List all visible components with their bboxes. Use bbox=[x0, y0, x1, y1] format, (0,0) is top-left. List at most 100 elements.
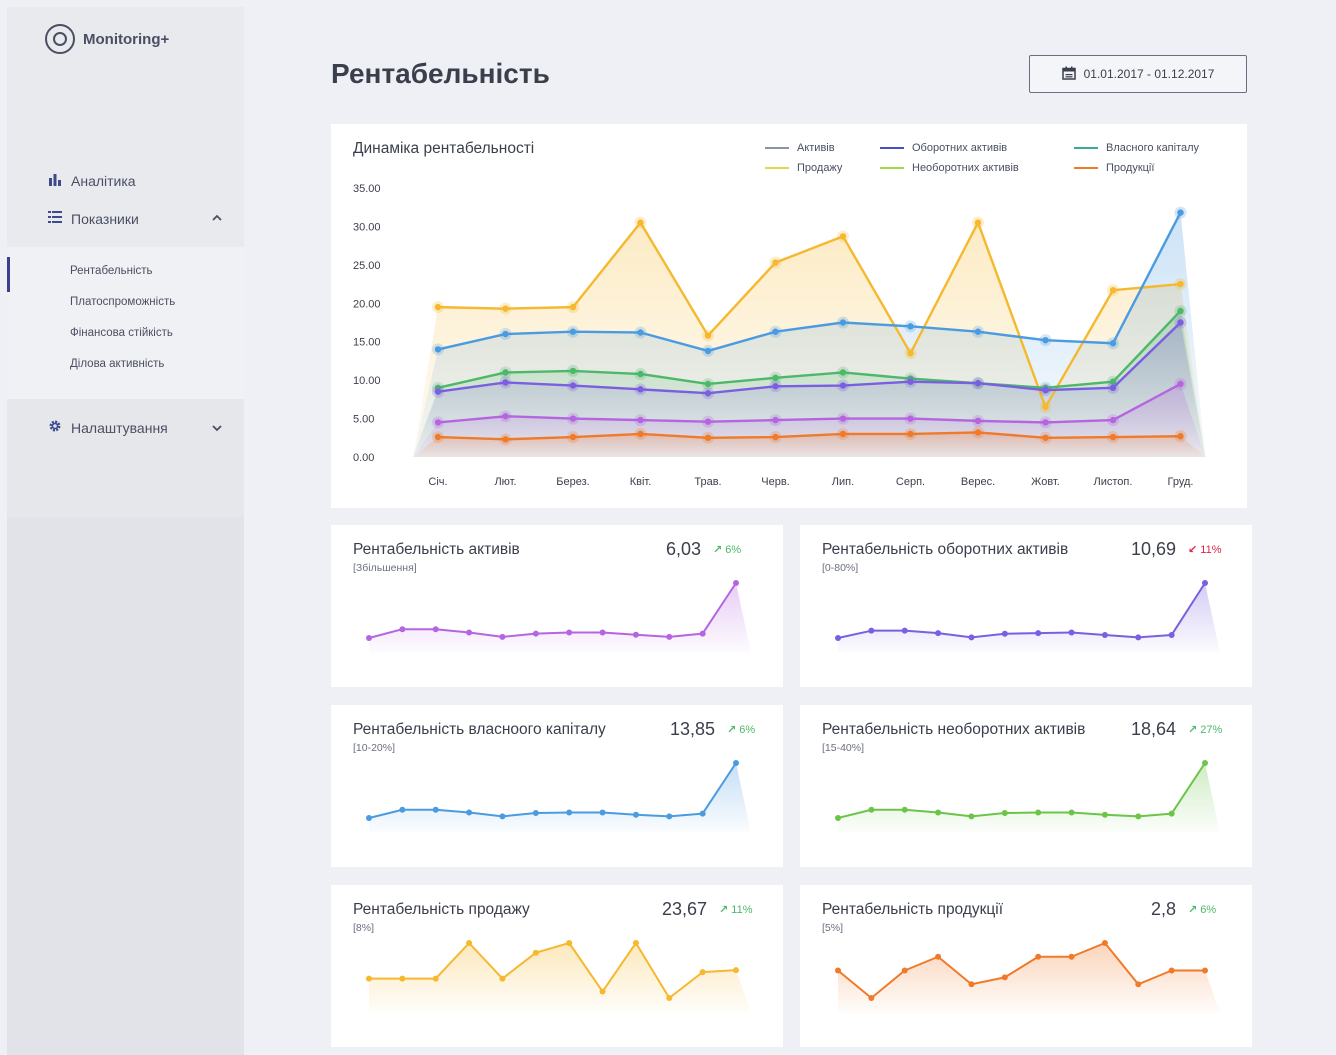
data-point[interactable] bbox=[1177, 209, 1184, 216]
sparkline-point[interactable] bbox=[733, 760, 739, 766]
data-point[interactable] bbox=[704, 347, 712, 355]
sparkline-point[interactable] bbox=[935, 809, 942, 816]
data-point[interactable] bbox=[1042, 419, 1049, 426]
data-point[interactable] bbox=[569, 433, 577, 441]
metric-card[interactable]: Рентабельність оборотних активів [0-80%] 1… bbox=[800, 525, 1252, 687]
metric-card[interactable]: Рентабельність власноого капіталу [10-20%… bbox=[331, 705, 783, 867]
data-point[interactable] bbox=[1109, 340, 1117, 347]
sparkline-point[interactable] bbox=[566, 809, 573, 816]
data-point[interactable] bbox=[434, 433, 442, 441]
sparkline-point[interactable] bbox=[432, 975, 439, 982]
sparkline-point[interactable] bbox=[366, 975, 372, 982]
sparkline-point[interactable] bbox=[1135, 981, 1142, 988]
data-point[interactable] bbox=[974, 380, 982, 387]
sparkline-point[interactable] bbox=[901, 806, 908, 813]
data-point[interactable] bbox=[907, 430, 914, 438]
sparkline-point[interactable] bbox=[399, 806, 406, 813]
data-point[interactable] bbox=[502, 413, 509, 420]
data-point[interactable] bbox=[839, 233, 847, 240]
data-point[interactable] bbox=[1042, 386, 1049, 394]
sparkline-point[interactable] bbox=[466, 940, 473, 946]
sparkline-point[interactable] bbox=[666, 995, 673, 1001]
sparkline-point[interactable] bbox=[1202, 580, 1208, 586]
sparkline-point[interactable] bbox=[1001, 974, 1008, 981]
sidebar-item-settings[interactable]: Налаштування bbox=[47, 419, 168, 436]
legend-item[interactable]: Продукції bbox=[1074, 162, 1234, 174]
data-point[interactable] bbox=[569, 303, 577, 311]
data-point[interactable] bbox=[772, 416, 779, 424]
data-point[interactable] bbox=[1177, 307, 1184, 315]
sparkline-point[interactable] bbox=[968, 813, 975, 820]
sparkline-point[interactable] bbox=[1101, 940, 1108, 946]
legend-item[interactable]: Необоротних активів bbox=[880, 162, 1074, 174]
data-point[interactable] bbox=[434, 303, 442, 311]
data-point[interactable] bbox=[637, 329, 644, 336]
data-point[interactable] bbox=[569, 415, 577, 422]
sparkline-point[interactable] bbox=[1135, 813, 1142, 820]
sparkline-point[interactable] bbox=[366, 635, 372, 641]
sparkline-point[interactable] bbox=[699, 969, 706, 976]
data-point[interactable] bbox=[704, 390, 712, 397]
data-point[interactable] bbox=[1177, 319, 1184, 326]
sparkline-point[interactable] bbox=[632, 811, 639, 818]
sparkline-point[interactable] bbox=[699, 810, 706, 817]
sparkline-point[interactable] bbox=[599, 988, 606, 995]
data-point[interactable] bbox=[772, 259, 779, 266]
chevron-down-icon[interactable] bbox=[212, 422, 222, 436]
sparkline-point[interactable] bbox=[432, 626, 439, 633]
data-point[interactable] bbox=[1109, 384, 1117, 392]
sparkline-point[interactable] bbox=[366, 815, 372, 821]
data-point[interactable] bbox=[907, 323, 914, 330]
data-point[interactable] bbox=[1177, 280, 1184, 288]
chevron-up-icon[interactable] bbox=[212, 212, 222, 226]
data-point[interactable] bbox=[974, 417, 982, 425]
sparkline-point[interactable] bbox=[1168, 810, 1175, 817]
sparkline-point[interactable] bbox=[835, 815, 841, 821]
sparkline-point[interactable] bbox=[968, 981, 975, 988]
sparkline-point[interactable] bbox=[1068, 809, 1075, 816]
sparkline-point[interactable] bbox=[632, 631, 639, 638]
legend-item[interactable]: Активів bbox=[765, 142, 880, 154]
data-point[interactable] bbox=[637, 370, 644, 378]
sparkline-point[interactable] bbox=[1101, 631, 1108, 638]
data-point[interactable] bbox=[502, 330, 509, 338]
sparkline-point[interactable] bbox=[399, 975, 406, 982]
sparkline-point[interactable] bbox=[1068, 953, 1075, 960]
data-point[interactable] bbox=[1042, 336, 1049, 344]
data-point[interactable] bbox=[772, 374, 779, 382]
sparkline-point[interactable] bbox=[499, 813, 506, 820]
data-point[interactable] bbox=[434, 388, 442, 395]
data-point[interactable] bbox=[772, 328, 779, 335]
data-point[interactable] bbox=[839, 319, 847, 326]
data-point[interactable] bbox=[434, 346, 442, 353]
data-point[interactable] bbox=[839, 382, 847, 389]
sparkline-point[interactable] bbox=[1035, 809, 1042, 816]
data-point[interactable] bbox=[1109, 416, 1117, 424]
sparkline-point[interactable] bbox=[1068, 629, 1075, 636]
data-point[interactable] bbox=[502, 436, 509, 443]
data-point[interactable] bbox=[569, 382, 577, 389]
metric-card[interactable]: Рентабельність продукції [5%] 2,8 ↗ 6% bbox=[800, 885, 1252, 1047]
logo[interactable]: Monitoring+ bbox=[45, 24, 169, 54]
submenu-item-profitability[interactable]: Рентабельність bbox=[70, 265, 153, 277]
data-point[interactable] bbox=[569, 328, 577, 335]
data-point[interactable] bbox=[569, 367, 577, 375]
submenu-item-solvency[interactable]: Платоспроможність bbox=[70, 296, 175, 308]
metric-card[interactable]: Рентабельність продажу [8%] 23,67 ↗ 11% bbox=[331, 885, 783, 1047]
sparkline-point[interactable] bbox=[733, 580, 739, 586]
sparkline-point[interactable] bbox=[733, 967, 739, 974]
data-point[interactable] bbox=[704, 418, 712, 425]
sparkline-point[interactable] bbox=[835, 635, 841, 641]
data-point[interactable] bbox=[1109, 287, 1117, 294]
sparkline-point[interactable] bbox=[935, 630, 942, 637]
legend-item[interactable]: Оборотних активів bbox=[880, 142, 1074, 154]
sparkline-point[interactable] bbox=[901, 627, 908, 634]
sparkline-point[interactable] bbox=[399, 626, 406, 633]
data-point[interactable] bbox=[704, 434, 712, 441]
sparkline-point[interactable] bbox=[566, 629, 573, 636]
sparkline-point[interactable] bbox=[868, 806, 875, 813]
data-point[interactable] bbox=[772, 433, 779, 441]
sparkline-point[interactable] bbox=[1202, 967, 1208, 974]
sparkline-point[interactable] bbox=[666, 813, 673, 820]
data-point[interactable] bbox=[502, 305, 509, 312]
